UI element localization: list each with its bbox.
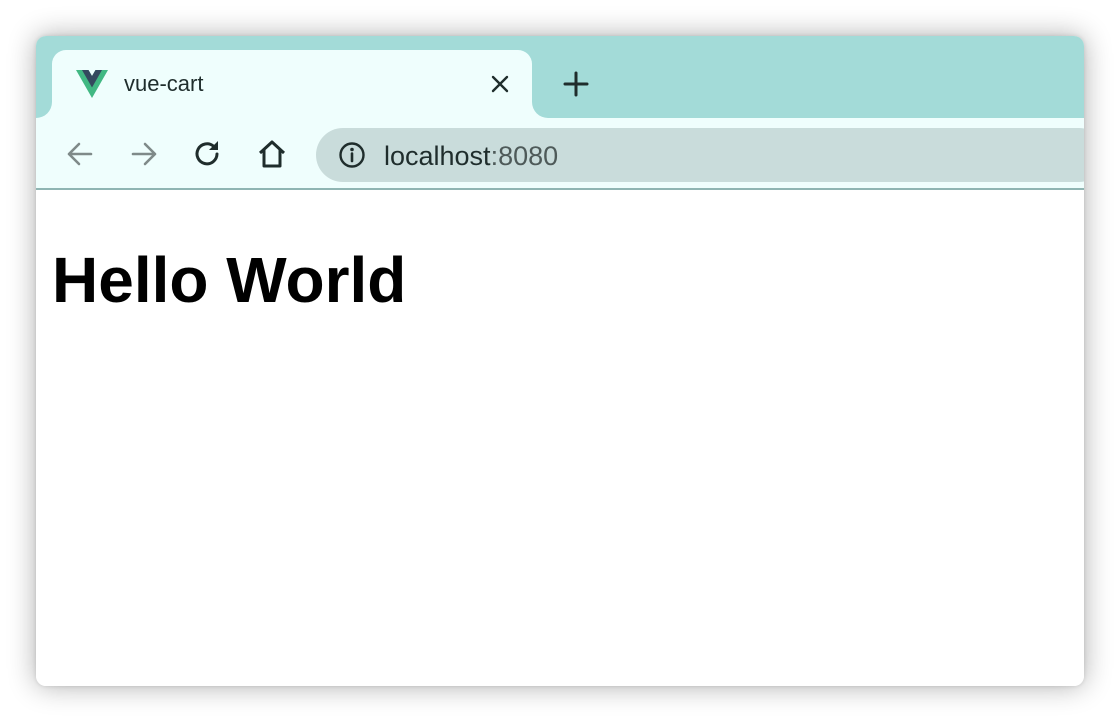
plus-icon [563, 71, 589, 97]
reload-icon [195, 141, 219, 166]
arrow-left-icon [67, 142, 93, 166]
url-text[interactable]: localhost:8080 [384, 140, 558, 172]
arrow-right-icon [131, 142, 157, 166]
url-host: localhost [384, 141, 491, 171]
close-icon [491, 75, 509, 93]
home-icon [258, 140, 286, 168]
tab-close-button[interactable] [486, 70, 514, 98]
address-bar[interactable]: localhost:8080 [316, 128, 1084, 182]
tab-title: vue-cart [124, 71, 204, 96]
browser-window: vue-cart localhost:8080 Hello World [36, 36, 1084, 686]
new-tab-button[interactable] [558, 66, 594, 102]
reload-button[interactable] [190, 136, 226, 172]
home-button[interactable] [254, 136, 290, 172]
tab-vue-cart[interactable]: vue-cart [52, 50, 532, 118]
back-button[interactable] [62, 136, 98, 172]
page-heading: Hello World [52, 244, 407, 316]
forward-button[interactable] [126, 136, 162, 172]
tab-strip: vue-cart [36, 36, 1084, 118]
url-port: :8080 [490, 141, 559, 171]
info-icon[interactable] [338, 141, 366, 169]
vue-logo-icon [76, 70, 108, 98]
browser-toolbar: localhost:8080 [36, 118, 1084, 190]
page-content: Hello World [36, 190, 1084, 686]
screenshot-stage: vue-cart localhost:8080 Hello World [0, 0, 1120, 722]
